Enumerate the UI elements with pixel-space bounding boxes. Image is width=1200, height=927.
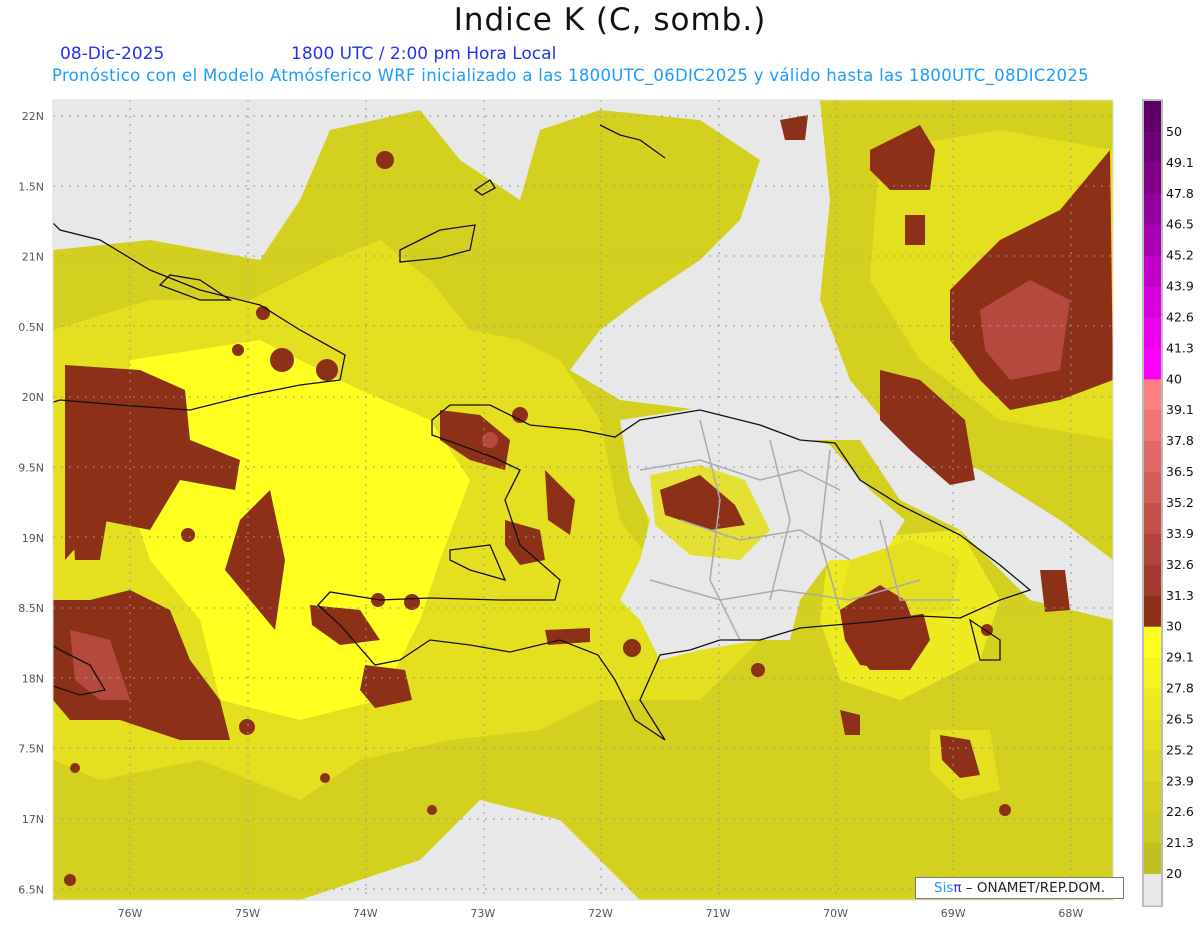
colorbar-label: 22.6: [1166, 804, 1194, 819]
colorbar-swatch: [1144, 348, 1161, 380]
sispi-logo-pi: π: [953, 880, 962, 896]
colorbar-swatch: [1144, 781, 1161, 813]
longitude-label: 71W: [706, 907, 731, 920]
longitude-label: 73W: [470, 907, 495, 920]
colorbar-label: 31.3: [1166, 588, 1194, 603]
colorbar-label: 35.2: [1166, 495, 1194, 510]
colorbar-label: 42.6: [1166, 309, 1194, 324]
colorbar-swatch: [1144, 255, 1161, 288]
colorbar-swatch: [1144, 410, 1161, 442]
longitude-label: 68W: [1058, 907, 1083, 920]
colorbar-label: 25.2: [1166, 742, 1194, 757]
colorbar-swatch: [1144, 193, 1161, 226]
longitude-label: 70W: [823, 907, 848, 920]
longitude-label: 69W: [941, 907, 966, 920]
credit-text: – ONAMET/REP.DOM.: [961, 880, 1105, 896]
colorbar-label: 23.9: [1166, 773, 1194, 788]
colorbar-label: 39.1: [1166, 402, 1194, 417]
credit-box: Sisπ – ONAMET/REP.DOM.: [915, 877, 1124, 899]
latitude-label: 21N: [22, 251, 44, 264]
colorbar-label: 29.1: [1166, 650, 1194, 665]
longitude-label: 72W: [588, 907, 613, 920]
colorbar-swatch: [1144, 874, 1161, 906]
colorbar-swatch: [1144, 162, 1161, 195]
latitude-label: 8.5N: [18, 602, 44, 615]
colorbar-swatch: [1144, 688, 1161, 720]
latitude-label: 22N: [22, 110, 44, 123]
latitude-label: 1.5N: [18, 180, 44, 193]
forecast-date: 08-Dic-2025: [60, 44, 165, 64]
colorbar-label: 49.1: [1166, 155, 1194, 170]
colorbar-label: 20: [1166, 866, 1182, 881]
colorbar-swatch: [1144, 719, 1161, 751]
longitude-label: 74W: [353, 907, 378, 920]
colorbar-swatch: [1144, 379, 1161, 411]
k-index-map: 76W 75W 74W 73W 72W 71W 70W 69W 68W 22N 1.5N 21N 0.…: [18, 99, 1194, 920]
colorbar-swatch: [1144, 503, 1161, 535]
latitude-label: 17N: [22, 813, 44, 826]
colorbar-swatch: [1144, 657, 1161, 690]
colorbar-swatch: [1144, 595, 1161, 628]
colorbar-label: 37.8: [1166, 433, 1194, 448]
map-title: Indice K (C, somb.): [453, 2, 767, 38]
colorbar-label: 30: [1166, 619, 1182, 634]
sispi-logo-sis: Sis: [934, 880, 954, 896]
colorbar-swatch: [1144, 131, 1161, 164]
forecast-subtitle: Pronóstico con el Modelo Atmósferico WRF…: [52, 66, 1089, 85]
colorbar-swatch: [1144, 843, 1161, 875]
colorbar-label: 43.9: [1166, 279, 1194, 294]
colorbar-label: 32.6: [1166, 557, 1194, 572]
colorbar-label: 27.8: [1166, 681, 1194, 696]
colorbar: 50 49.1 47.8 46.5 45.2 43.9 42.6 41.3 40 39.1 37.8…: [1142, 99, 1194, 907]
colorbar-label: 41.3: [1166, 340, 1194, 355]
colorbar-label: 33.9: [1166, 526, 1194, 541]
latitude-label: 20N: [22, 391, 44, 404]
longitude-label: 76W: [118, 907, 143, 920]
colorbar-swatch: [1144, 101, 1161, 133]
latitude-label: 9.5N: [18, 462, 44, 475]
colorbar-label: 40: [1166, 371, 1182, 386]
colorbar-swatch: [1144, 626, 1161, 659]
colorbar-swatch: [1144, 533, 1161, 566]
colorbar-swatch: [1144, 224, 1161, 257]
latitude-axis: 22N 1.5N 21N 0.5N 20N 9.5N 19N 8.5N 18N 7.5N 17N 6.…: [18, 110, 44, 896]
longitude-axis: 76W 75W 74W 73W 72W 71W 70W 69W 68W: [118, 907, 1084, 920]
colorbar-swatch: [1144, 286, 1161, 318]
colorbar-label: 36.5: [1166, 464, 1194, 479]
colorbar-swatch: [1144, 317, 1161, 349]
colorbar-swatch: [1144, 441, 1161, 473]
colorbar-label: 45.2: [1166, 248, 1194, 263]
latitude-label: 0.5N: [18, 321, 44, 334]
colorbar-swatch: [1144, 750, 1161, 782]
colorbar-swatch: [1144, 472, 1161, 504]
colorbar-label: 26.5: [1166, 711, 1194, 726]
colorbar-label: 21.3: [1166, 835, 1194, 850]
forecast-time: 1800 UTC / 2:00 pm Hora Local: [291, 44, 557, 64]
colorbar-label: 47.8: [1166, 186, 1194, 201]
latitude-label: 19N: [22, 532, 44, 545]
latitude-label: 7.5N: [18, 743, 44, 756]
colorbar-swatch: [1144, 812, 1161, 844]
longitude-label: 75W: [235, 907, 260, 920]
latitude-label: 6.5N: [18, 883, 44, 896]
colorbar-swatch: [1144, 564, 1161, 597]
latitude-label: 18N: [22, 672, 44, 685]
colorbar-label: 50: [1166, 124, 1182, 139]
colorbar-label: 46.5: [1166, 217, 1194, 232]
